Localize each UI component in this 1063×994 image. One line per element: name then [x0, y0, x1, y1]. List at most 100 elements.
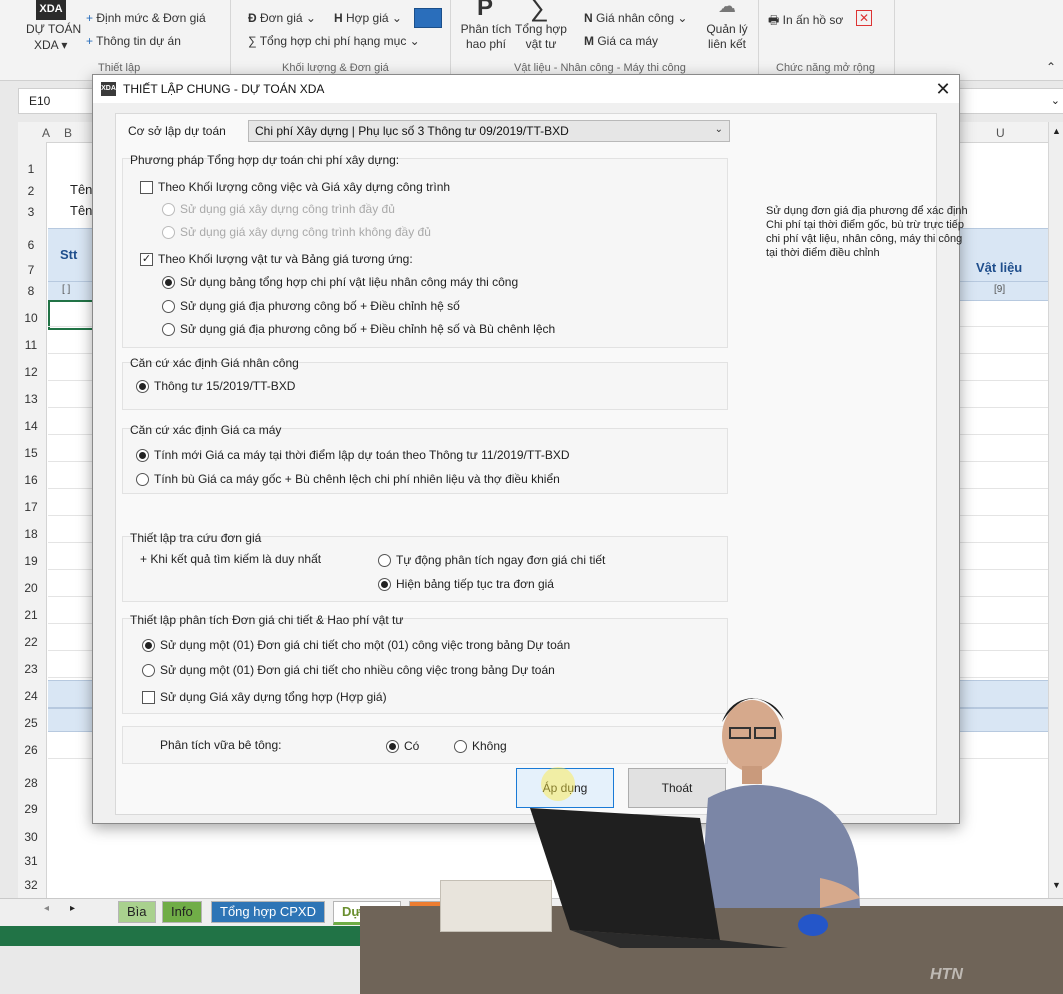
machine-opt1-radio[interactable] [136, 449, 149, 462]
dialog-title: THIẾT LẬP CHUNG - DỰ TOÁN XDA [123, 82, 325, 96]
row-header[interactable]: 23 [18, 662, 44, 676]
analysis-opt1-radio[interactable] [142, 639, 155, 652]
row-header[interactable]: 29 [18, 802, 44, 816]
lookup-opt2-radio[interactable] [378, 578, 391, 591]
lookup-opt1-label: Tự động phân tích ngay đơn giá chi tiết [396, 553, 606, 567]
col-header-a[interactable]: A [42, 126, 50, 140]
don-gia-button[interactable]: Đ Đơn giá ⌄ [248, 11, 316, 25]
chevron-down-icon: ⌄ [714, 124, 723, 135]
h-icon: H [334, 11, 343, 25]
row-header[interactable]: 1 [18, 162, 44, 176]
method-opt2-c-radio[interactable] [162, 323, 175, 336]
row-header[interactable]: 14 [18, 419, 44, 433]
row-header[interactable]: 16 [18, 473, 44, 487]
row-header[interactable]: 12 [18, 365, 44, 379]
row-header[interactable]: 8 [18, 284, 44, 298]
method-opt1-b-radio[interactable] [162, 226, 175, 239]
tong-hop-chi-phi-button[interactable]: ∑ Tổng hợp chi phí hạng mục ⌄ [248, 34, 420, 48]
tab-bia[interactable]: Bìa [118, 901, 156, 923]
group-label-chuc-nang: Chức năng mở rộng [776, 62, 875, 74]
cursor-highlight [541, 767, 575, 801]
base-select[interactable]: Chi phí Xây dựng | Phụ lục số 3 Thông tư… [248, 120, 730, 142]
tong-hop-vat-tu-button[interactable]: Tổng hợp vật tư [514, 22, 568, 52]
row-header[interactable]: 25 [18, 716, 44, 730]
quan-ly-lien-ket-button[interactable]: Quản lý liên kết [704, 22, 750, 52]
concrete-yes-radio[interactable] [386, 740, 399, 753]
close-icon[interactable]: ✕ [856, 10, 872, 26]
row-header[interactable]: 32 [18, 878, 44, 892]
cell-col-9[interactable]: [9] [994, 284, 1005, 295]
labor-opt1-radio[interactable] [136, 380, 149, 393]
concrete-no-radio[interactable] [454, 740, 467, 753]
row-header[interactable]: 20 [18, 581, 44, 595]
n-icon: N [584, 11, 593, 25]
xda-logo-icon: XDA [36, 0, 66, 20]
row-header[interactable]: 31 [18, 854, 44, 868]
chevron-down-icon: ⌄ [677, 11, 688, 25]
cell-ten-2[interactable]: Tên [70, 203, 92, 218]
cell-col-8[interactable]: [ ] [62, 284, 70, 295]
cell-vat-lieu[interactable]: Vật liệu [976, 260, 1022, 275]
analysis-opt1-label: Sử dụng một (01) Đơn giá chi tiết cho mộ… [160, 638, 571, 652]
vertical-scrollbar[interactable]: ▲ ▼ [1048, 122, 1063, 898]
chevron-right-icon[interactable]: ▸ [70, 903, 75, 914]
row-header[interactable]: 10 [18, 311, 44, 325]
row-header[interactable]: 24 [18, 689, 44, 703]
analysis-opt2-radio[interactable] [142, 664, 155, 677]
panel-toggle-icon[interactable] [414, 8, 442, 28]
tab-tong-hop-cpxd[interactable]: Tổng hợp CPXD [211, 901, 325, 923]
chevron-up-icon[interactable]: ⌃ [1046, 60, 1056, 74]
app-button-line2[interactable]: XDA ▾ [34, 38, 67, 52]
chevron-up-icon[interactable]: ▲ [1052, 126, 1061, 136]
labor-opt1-label: Thông tư 15/2019/TT-BXD [154, 379, 296, 393]
row-header[interactable]: 15 [18, 446, 44, 460]
in-an-ho-so-button[interactable]: 🖶 In ấn hồ sơ [768, 11, 843, 32]
row-header[interactable]: 7 [18, 263, 44, 277]
cell-ten-1[interactable]: Tên [70, 182, 92, 197]
method-opt2-b-radio[interactable] [162, 300, 175, 313]
plus-icon: + [86, 34, 94, 48]
method-opt2-a-radio[interactable] [162, 276, 175, 289]
gia-nhan-cong-button[interactable]: N Giá nhân công ⌄ [584, 11, 687, 25]
col-header-b[interactable]: B [64, 126, 72, 140]
chevron-left-icon[interactable]: ◂ [44, 903, 49, 914]
row-header[interactable]: 18 [18, 527, 44, 541]
row-header[interactable]: 30 [18, 830, 44, 844]
lookup-condition: + Khi kết quả tìm kiếm là duy nhất [140, 552, 322, 566]
row-header[interactable]: 11 [18, 338, 44, 352]
lookup-opt1-radio[interactable] [378, 554, 391, 567]
cell-stt[interactable]: Stt [60, 247, 77, 262]
analysis-hop-gia-checkbox[interactable] [142, 691, 155, 704]
row-header[interactable]: 21 [18, 608, 44, 622]
chevron-down-icon[interactable]: ⌄ [1051, 94, 1060, 107]
row-header[interactable]: 28 [18, 776, 44, 790]
row-header[interactable]: 19 [18, 554, 44, 568]
name-box[interactable]: E10 [29, 94, 50, 108]
hop-gia-button[interactable]: H Hợp giá ⌄ [334, 11, 402, 25]
method-opt1-a-radio[interactable] [162, 203, 175, 216]
row-header[interactable]: 6 [18, 238, 44, 252]
gia-ca-may-button[interactable]: M Giá ca máy [584, 34, 658, 48]
analysis-hop-gia-label: Sử dụng Giá xây dựng tổng hợp (Hợp giá) [160, 690, 387, 704]
row-header[interactable]: 2 [18, 184, 44, 198]
method-opt2-checkbox[interactable]: ✓ [140, 253, 153, 266]
phan-tich-hao-phi-button[interactable]: Phân tích hao phí [460, 22, 512, 52]
dialog-titlebar: XDA THIẾT LẬP CHUNG - DỰ TOÁN XDA ✕ [93, 75, 959, 103]
row-header[interactable]: 22 [18, 635, 44, 649]
plus-icon: + [86, 11, 94, 25]
method-note: Sử dụng đơn giá địa phương để xác định C… [766, 205, 968, 259]
row-header[interactable]: 17 [18, 500, 44, 514]
row-header[interactable]: 13 [18, 392, 44, 406]
chevron-down-icon[interactable]: ▼ [1052, 880, 1061, 890]
lookup-opt2-label: Hiện bảng tiếp tục tra đơn giá [396, 577, 554, 591]
col-header-u[interactable]: U [996, 126, 1005, 140]
dinh-muc-button[interactable]: + Định mức & Đơn giá [86, 11, 206, 25]
tab-info[interactable]: Info [162, 901, 202, 923]
thong-tin-button[interactable]: + Thông tin dự án [86, 34, 181, 48]
row-header[interactable]: 26 [18, 743, 44, 757]
close-icon[interactable]: ✕ [933, 79, 953, 99]
app-button-line1[interactable]: DỰ TOÁN [26, 22, 81, 36]
row-header[interactable]: 3 [18, 205, 44, 219]
machine-opt2-radio[interactable] [136, 473, 149, 486]
method-opt1-checkbox[interactable] [140, 181, 153, 194]
